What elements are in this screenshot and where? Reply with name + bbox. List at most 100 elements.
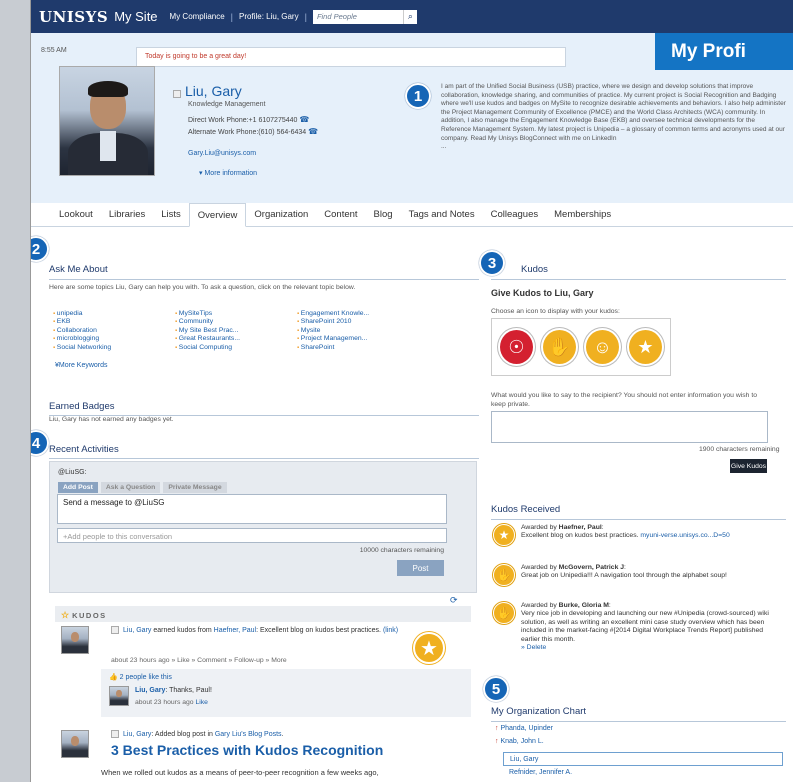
- applause-icon: ✋: [493, 602, 515, 624]
- post-composer: @LiuSG: Add Post Ask a Question Private …: [49, 461, 477, 593]
- email-link[interactable]: Gary.Liu@unisys.com: [188, 150, 413, 157]
- user-link[interactable]: Liu, Gary: [135, 687, 165, 694]
- give-kudos-button[interactable]: Give Kudos: [730, 459, 767, 473]
- feed-item-actions[interactable]: about 23 hours ago » Like » Comment » Fo…: [111, 657, 287, 664]
- direct-report-link[interactable]: Refnider, Jennifer A.: [509, 769, 572, 776]
- tab-lookout[interactable]: Lookout: [51, 203, 101, 227]
- contact-info: Liu, Gary Knowledge Management Direct Wo…: [173, 83, 413, 177]
- tab-organization[interactable]: Organization: [246, 203, 316, 227]
- tab-blog[interactable]: Blog: [366, 203, 401, 227]
- page-title: My Profi: [655, 33, 793, 70]
- earned-badges-text: Liu, Gary has not earned any badges yet.: [49, 416, 174, 423]
- alternate-phone: Alternate Work Phone:(610) 564-6434: [188, 129, 307, 136]
- status-message[interactable]: Today is going to be a great day!: [136, 47, 566, 67]
- user-link[interactable]: Liu, Gary: [123, 627, 151, 634]
- manager-link[interactable]: ↑ Phanda, Upinder: [495, 725, 553, 732]
- likes-count[interactable]: 👍 2 people like this: [109, 673, 172, 681]
- tab-content[interactable]: Content: [316, 203, 365, 227]
- keyword-link[interactable]: Social Networking: [53, 344, 153, 352]
- tab-ask-a-question[interactable]: Ask a Question: [100, 482, 161, 493]
- tab-lists[interactable]: Lists: [153, 203, 189, 227]
- keyword-link[interactable]: Mysite: [297, 327, 407, 335]
- applause-icon[interactable]: ✋: [541, 328, 578, 366]
- more-keywords-link[interactable]: ¥More Keywords: [55, 362, 108, 369]
- presence-icon[interactable]: [111, 626, 119, 635]
- keyword-link[interactable]: Project Managemen...: [297, 335, 407, 343]
- user-link[interactable]: Haefner, Paul: [214, 627, 256, 634]
- keyword-link[interactable]: unipedia: [53, 310, 153, 318]
- more-information-link[interactable]: ▾ More information: [199, 169, 413, 177]
- kudos-message-input[interactable]: [491, 411, 768, 443]
- keyword-link[interactable]: Community: [175, 318, 275, 326]
- profile-name: Liu, Gary: [185, 83, 242, 99]
- blog-post-title[interactable]: 3 Best Practices with Kudos Recognition: [111, 742, 383, 758]
- keyword-link[interactable]: MySiteTips: [175, 310, 275, 318]
- keyword-link[interactable]: EKB: [53, 318, 153, 326]
- characters-remaining: 10000 characters remaining: [359, 547, 444, 554]
- manager-link[interactable]: ↑ Knab, John L.: [495, 738, 544, 745]
- keyword-link[interactable]: SharePoint 2010: [297, 318, 407, 326]
- message-input[interactable]: Send a message to @LiuSG: [57, 494, 447, 524]
- callout-badge-1: 1: [405, 83, 431, 109]
- presence-icon[interactable]: [173, 89, 181, 98]
- keyword-link[interactable]: SharePoint: [297, 344, 407, 352]
- feed-item-kudos: Liu, Gary earned kudos from Haefner, Pau…: [111, 626, 401, 635]
- tab-overview[interactable]: Overview: [188, 203, 247, 227]
- thumbs-up-icon: 👍: [109, 674, 120, 681]
- tab-colleagues[interactable]: Colleagues: [483, 203, 547, 227]
- left-column: 2 Ask Me About Here are some topics Liu,…: [31, 228, 481, 782]
- refresh-icon[interactable]: ⟳: [450, 595, 458, 606]
- applause-icon: ✋: [493, 564, 515, 586]
- phone-icon[interactable]: ☎: [308, 127, 318, 136]
- unisys-logo[interactable]: UNISYS: [39, 8, 108, 26]
- my-compliance-link[interactable]: My Compliance: [170, 12, 225, 21]
- add-people-input[interactable]: +Add people to this conversation: [57, 528, 447, 543]
- tab-libraries[interactable]: Libraries: [101, 203, 153, 227]
- like-link[interactable]: Like: [195, 699, 207, 706]
- balloon-icon[interactable]: ☉: [498, 328, 535, 366]
- smiley-icon[interactable]: ☺: [584, 328, 621, 366]
- find-people-input[interactable]: Find People: [312, 9, 403, 24]
- page-frame: UNISYS My Site My Compliance | Profile: …: [30, 0, 793, 782]
- tab-tags-and-notes[interactable]: Tags and Notes: [401, 203, 483, 227]
- profile-link[interactable]: Profile: Liu, Gary: [239, 12, 299, 21]
- star-icon[interactable]: ★: [627, 328, 664, 366]
- kudos-received-item: Awarded by Burke, Gloria M: Very nice jo…: [521, 602, 769, 652]
- post-button[interactable]: Post: [397, 560, 444, 576]
- my-site-title[interactable]: My Site: [114, 9, 157, 24]
- avatar[interactable]: [61, 626, 89, 654]
- kudos-feed-header: ☆ KUDOS: [55, 606, 471, 622]
- org-current-user[interactable]: Liu, Gary: [503, 752, 783, 766]
- kudos-received-item: Awarded by McGovern, Patrick J: Great jo…: [521, 564, 727, 580]
- local-time: 8:55 AM: [41, 47, 67, 54]
- reply-text: Liu, Gary: Thanks, Paul!: [135, 687, 212, 694]
- right-column: 3 Kudos Give Kudos to Liu, Gary Choose a…: [479, 228, 793, 782]
- kudos-characters-remaining: 1900 characters remaining: [699, 446, 780, 453]
- callout-badge-5: 5: [483, 676, 509, 702]
- kudos-link[interactable]: myuni-verse.unisys.co...D=50: [640, 532, 729, 539]
- search-icon[interactable]: ⌕: [402, 9, 417, 24]
- profile-header: 8:55 AM Today is going to be a great day…: [31, 33, 793, 203]
- separator: |: [230, 11, 234, 22]
- star-icon: ★: [493, 524, 515, 546]
- ask-me-about-description: Here are some topics Liu, Gary can help …: [49, 284, 356, 291]
- avatar[interactable]: [109, 686, 129, 706]
- phone-icon[interactable]: ☎: [299, 115, 309, 124]
- keyword-link[interactable]: Great Restaurants...: [175, 335, 275, 343]
- tab-add-post[interactable]: Add Post: [58, 482, 98, 493]
- keyword-link[interactable]: Collaboration: [53, 327, 153, 335]
- give-kudos-heading: Give Kudos to Liu, Gary: [491, 288, 594, 298]
- keyword-link[interactable]: My Site Best Prac...: [175, 327, 275, 335]
- keyword-list: unipedia EKB Collaboration microblogging…: [53, 310, 407, 352]
- keyword-link[interactable]: microblogging: [53, 335, 153, 343]
- avatar[interactable]: [61, 730, 89, 758]
- delete-link[interactable]: » Delete: [521, 644, 546, 651]
- user-link[interactable]: Liu, Gary: [123, 731, 151, 738]
- tab-memberships[interactable]: Memberships: [546, 203, 619, 227]
- presence-icon[interactable]: [111, 730, 119, 738]
- feed-link[interactable]: (link): [383, 627, 398, 634]
- keyword-link[interactable]: Engagement Knowle...: [297, 310, 407, 318]
- blog-link[interactable]: Gary Liu's Blog Posts: [215, 731, 282, 738]
- keyword-link[interactable]: Social Computing: [175, 344, 275, 352]
- tab-private-message[interactable]: Private Message: [163, 482, 227, 493]
